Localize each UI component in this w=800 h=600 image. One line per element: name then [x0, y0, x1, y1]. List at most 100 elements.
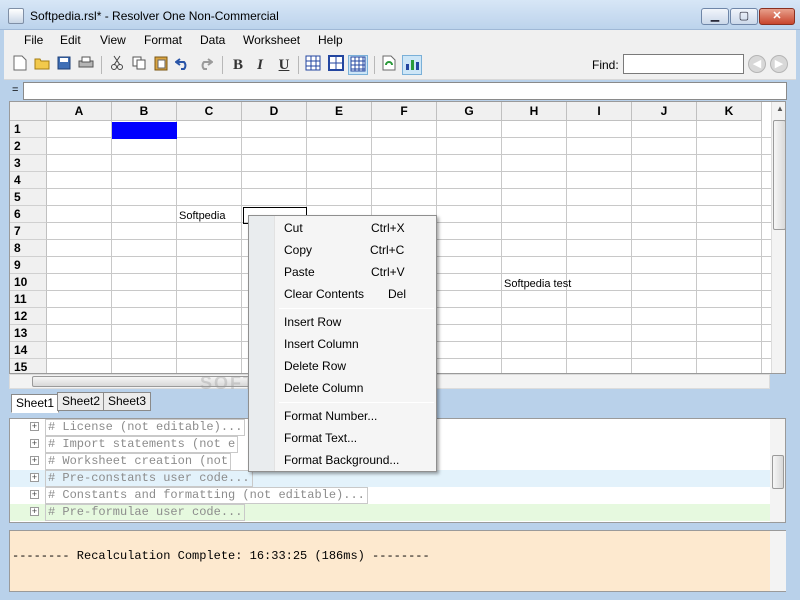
borders-icon[interactable] — [303, 55, 323, 75]
paste-icon[interactable] — [151, 55, 171, 75]
row-header[interactable]: 13 — [10, 325, 47, 342]
context-item-copy[interactable]: Copy Ctrl+C — [249, 240, 436, 260]
context-item-cut[interactable]: Cut Ctrl+X — [249, 218, 436, 238]
column-header-b[interactable]: B — [112, 102, 177, 121]
column-header-k[interactable]: K — [697, 102, 762, 121]
tab-sheet3[interactable]: Sheet3 — [103, 392, 152, 411]
context-item-delete-row[interactable]: Delete Row — [249, 356, 436, 376]
row-header[interactable]: 9 — [10, 257, 47, 274]
expand-icon[interactable]: + — [30, 507, 39, 517]
undo-icon[interactable] — [173, 55, 193, 75]
find-next-icon[interactable]: ▶ — [770, 55, 788, 73]
column-header-h[interactable]: H — [502, 102, 567, 121]
close-button[interactable]: ✕ — [759, 8, 795, 25]
maximize-button[interactable]: ▢ — [730, 8, 758, 25]
row-header[interactable]: 6 — [10, 206, 47, 223]
expand-icon[interactable]: + — [30, 439, 39, 449]
row-header[interactable]: 14 — [10, 342, 47, 359]
context-item-insert-row[interactable]: Insert Row — [249, 312, 436, 332]
context-item-label: Paste — [284, 265, 315, 279]
context-item-label: Insert Row — [284, 315, 342, 329]
column-header-e[interactable]: E — [307, 102, 372, 121]
column-header-a[interactable]: A — [47, 102, 112, 121]
select-all-corner[interactable] — [10, 102, 47, 121]
open-folder-icon[interactable] — [32, 55, 52, 75]
formula-input[interactable] — [23, 82, 787, 100]
print-icon[interactable] — [76, 55, 96, 75]
underline-button[interactable]: U — [274, 55, 294, 75]
scroll-thumb[interactable] — [772, 455, 784, 489]
context-item-label: Copy — [284, 243, 313, 257]
output-vertical-scrollbar[interactable] — [770, 531, 786, 591]
menu-format[interactable]: Format — [144, 33, 182, 47]
code-vertical-scrollbar[interactable] — [770, 419, 785, 522]
context-item-format-number[interactable]: Format Number... — [249, 406, 436, 426]
column-header-i[interactable]: I — [567, 102, 632, 121]
save-icon[interactable] — [54, 55, 74, 75]
row-header[interactable]: 4 — [10, 172, 47, 189]
cell-b1-selected[interactable] — [112, 122, 177, 139]
new-file-icon[interactable] — [10, 55, 30, 75]
menu-data[interactable]: Data — [200, 33, 225, 47]
inner-borders-icon[interactable] — [326, 55, 346, 75]
row-header[interactable]: 3 — [10, 155, 47, 172]
row-header[interactable]: 15 — [10, 359, 47, 373]
find-previous-icon[interactable]: ◀ — [748, 55, 766, 73]
code-section-label: # License (not editable)... — [45, 419, 246, 436]
redo-icon[interactable] — [195, 55, 215, 75]
menu-help[interactable]: Help — [318, 33, 343, 47]
column-header-c[interactable]: C — [177, 102, 242, 121]
context-item-insert-column[interactable]: Insert Column — [249, 334, 436, 354]
recalculate-icon[interactable] — [379, 55, 399, 75]
context-item-clear-contents[interactable]: Clear Contents Del — [249, 284, 436, 304]
column-header-f[interactable]: F — [372, 102, 437, 121]
row-header[interactable]: 5 — [10, 189, 47, 206]
expand-icon[interactable]: + — [30, 422, 39, 432]
output-message: -------- Recalculation Complete: 16:33:2… — [12, 549, 430, 563]
menu-worksheet[interactable]: Worksheet — [243, 33, 300, 47]
row-header[interactable]: 10 — [10, 274, 47, 291]
tab-sheet1[interactable]: Sheet1 — [11, 394, 60, 413]
context-item-label: Format Number... — [284, 409, 378, 423]
column-header-j[interactable]: J — [632, 102, 697, 121]
context-item-label: Clear Contents — [284, 287, 365, 301]
italic-button[interactable]: I — [250, 55, 270, 75]
cell-h10[interactable]: Softpedia test — [504, 278, 571, 290]
context-item-format-text[interactable]: Format Text... — [249, 428, 436, 448]
scroll-up-icon[interactable]: ▲ — [772, 104, 785, 118]
context-item-paste[interactable]: Paste Ctrl+V — [249, 262, 436, 282]
row-header[interactable]: 2 — [10, 138, 47, 155]
code-section[interactable]: + # Pre-constants user code... — [10, 470, 770, 487]
context-item-delete-column[interactable]: Delete Column — [249, 378, 436, 398]
column-header-d[interactable]: D — [242, 102, 307, 121]
minimize-button[interactable]: ▁ — [701, 8, 729, 25]
row-header[interactable]: 7 — [10, 223, 47, 240]
row-header[interactable]: 12 — [10, 308, 47, 325]
code-section[interactable]: + # Pre-formulae user code... — [10, 504, 770, 521]
find-input[interactable] — [623, 54, 744, 74]
expand-icon[interactable]: + — [30, 473, 39, 483]
bold-button[interactable]: B — [228, 55, 248, 75]
cut-icon[interactable] — [107, 55, 127, 75]
row-header[interactable]: 1 — [10, 121, 47, 138]
cell-c6[interactable]: Softpedia — [179, 210, 225, 222]
menu-view[interactable]: View — [100, 33, 126, 47]
tab-sheet2[interactable]: Sheet2 — [57, 392, 106, 411]
row-header[interactable]: 8 — [10, 240, 47, 257]
copy-icon[interactable] — [129, 55, 149, 75]
grid-vertical-scrollbar[interactable]: ▲ — [771, 102, 785, 373]
chart-icon[interactable] — [402, 55, 422, 75]
context-item-format-background[interactable]: Format Background... — [249, 450, 436, 470]
menu-edit[interactable]: Edit — [60, 33, 81, 47]
row-header[interactable]: 11 — [10, 291, 47, 308]
code-section[interactable]: + # Constants and formatting (not editab… — [10, 487, 770, 504]
scroll-thumb[interactable] — [773, 120, 785, 230]
expand-icon[interactable]: + — [30, 456, 39, 466]
menu-file[interactable]: File — [24, 33, 43, 47]
column-header-g[interactable]: G — [437, 102, 502, 121]
expand-icon[interactable]: + — [30, 490, 39, 500]
find-label: Find: — [592, 58, 619, 72]
context-item-label: Cut — [284, 221, 303, 235]
gridlines-icon[interactable] — [348, 55, 368, 75]
app-icon — [8, 8, 24, 24]
